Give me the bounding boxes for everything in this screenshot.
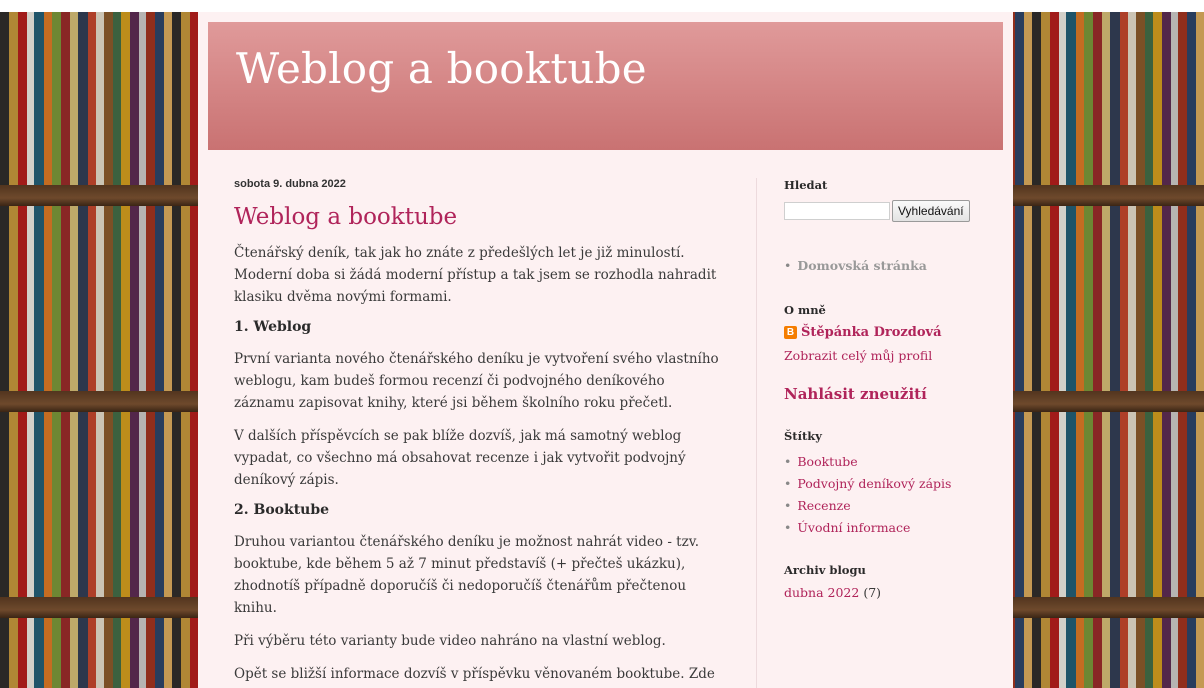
bullet-icon: •	[784, 476, 792, 491]
post-subheading: 1. Weblog	[234, 319, 312, 335]
profile-widget: O mně B Štěpánka Drozdová Zobrazit celý …	[784, 303, 984, 363]
profile-row: B Štěpánka Drozdová	[784, 325, 984, 340]
label-item[interactable]: • Booktube	[784, 451, 984, 473]
profile-name-link[interactable]: Štěpánka Drozdová	[801, 325, 942, 340]
bullet-icon: •	[784, 498, 792, 513]
page-item-home[interactable]: • Domovská stránka	[784, 258, 984, 273]
label-item[interactable]: • Úvodní informace	[784, 517, 984, 539]
labels-list: • Booktube • Podvojný deníkový zápis • Rece…	[784, 451, 984, 539]
sidebar: Hledat Vyhledávání • Domovská stránka O m…	[784, 178, 984, 600]
post-paragraph: Čtenářský deník, tak jak ho znáte z před…	[234, 245, 717, 305]
archive-month-link[interactable]: dubna 2022	[784, 585, 859, 600]
labels-widget-title: Štítky	[784, 429, 822, 443]
blog-title[interactable]: Weblog a booktube	[236, 44, 647, 93]
archive-widget-title: Archiv blogu	[784, 563, 866, 577]
main-column: sobota 9. dubna 2022 Weblog a booktube Č…	[234, 178, 724, 688]
post-date: sobota 9. dubna 2022	[234, 178, 346, 190]
search-input[interactable]	[784, 202, 890, 220]
archive-widget: Archiv blogu dubna 2022 (7)	[784, 563, 984, 600]
blogger-icon: B	[784, 326, 797, 339]
post-subheading: 2. Booktube	[234, 502, 330, 518]
label-item[interactable]: • Recenze	[784, 495, 984, 517]
post-paragraph: Při výběru této varianty bude video nahr…	[234, 633, 666, 649]
pages-widget: • Domovská stránka	[784, 258, 984, 273]
label-item-text: Recenze	[797, 498, 851, 513]
post-paragraph: Druhou variantou čtenářského deníku je m…	[234, 534, 700, 616]
column-divider	[756, 178, 757, 688]
bullet-icon: •	[784, 454, 792, 469]
bullet-icon: •	[784, 520, 792, 535]
label-item-text: Podvojný deníkový zápis	[797, 476, 952, 491]
search-button[interactable]: Vyhledávání	[892, 200, 970, 222]
post-paragraph: Opět se bližší informace dozvíš v příspě…	[234, 666, 715, 682]
blog-container: Weblog a booktube sobota 9. dubna 2022 W…	[198, 12, 1013, 688]
bullet-icon: •	[784, 258, 792, 273]
label-item-text: Úvodní informace	[797, 520, 911, 535]
page-item-label: Domovská stránka	[797, 258, 927, 273]
full-profile-link[interactable]: Zobrazit celý můj profil	[784, 348, 984, 363]
archive-count: (7)	[863, 585, 882, 600]
label-item[interactable]: • Podvojný deníkový zápis	[784, 473, 984, 495]
post-paragraph: V dalších příspěvcích se pak blíže dozví…	[234, 428, 686, 488]
top-strip	[0, 0, 1204, 12]
post-body: Čtenářský deník, tak jak ho znáte z před…	[234, 242, 724, 688]
blog-header: Weblog a booktube	[208, 22, 1003, 150]
post-paragraph: První varianta nového čtenářského deníku…	[234, 351, 719, 411]
search-row: Vyhledávání	[784, 200, 984, 222]
labels-widget: Štítky • Booktube • Podvojný deníkový zápi…	[784, 429, 984, 539]
archive-row: dubna 2022 (7)	[784, 585, 984, 600]
profile-widget-title: O mně	[784, 303, 826, 317]
search-widget-title: Hledat	[784, 178, 828, 192]
report-abuse-link[interactable]: Nahlásit zneužití	[784, 385, 984, 403]
label-item-text: Booktube	[797, 454, 858, 469]
search-widget: Hledat Vyhledávání	[784, 178, 984, 222]
post-title[interactable]: Weblog a booktube	[234, 204, 724, 230]
